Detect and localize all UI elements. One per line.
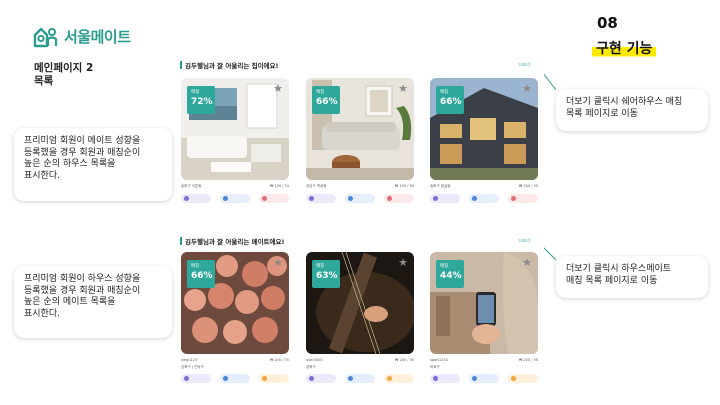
card-price: ₩ 200 / 35 bbox=[394, 358, 414, 362]
match-label: 매칭 bbox=[191, 264, 200, 269]
tag-chip bbox=[259, 374, 289, 383]
note-more-mates: 더보기 클릭시 하우스메이트 매칭 목록 페이지로 이동 bbox=[556, 256, 708, 298]
tag-chip bbox=[430, 374, 460, 383]
tag-chip bbox=[508, 374, 538, 383]
slide: 서울메이트 메인페이지 2 목록 08 구현 기능 프리미엄 회원이 메이트 성… bbox=[0, 0, 720, 405]
mate-panel-title: 김두헬님과 잘 어울리는 메이트에요! bbox=[185, 238, 285, 246]
tag-chip bbox=[384, 374, 414, 383]
card-tags bbox=[430, 194, 538, 203]
card-tags bbox=[181, 194, 289, 203]
card-tags bbox=[306, 194, 414, 203]
match-label: 매칭 bbox=[440, 90, 449, 95]
favorite-star-icon[interactable]: ★ bbox=[273, 256, 283, 269]
heading-accent-bar bbox=[180, 61, 182, 69]
card-price: ₩ 150 / 30 bbox=[394, 184, 414, 188]
favorite-star-icon[interactable]: ★ bbox=[273, 82, 283, 95]
match-percent: 66% bbox=[191, 271, 213, 281]
tag-chip bbox=[220, 194, 250, 203]
match-percent: 66% bbox=[440, 97, 462, 107]
note-mate-list: 프리미엄 회원이 하우스 성향을 등록했을 경우 회원과 매칭순이 높은 순의 … bbox=[14, 266, 172, 338]
tag-chip bbox=[181, 194, 211, 203]
tag-chip bbox=[430, 194, 460, 203]
page-title: 메인페이지 2 목록 bbox=[34, 62, 93, 88]
tag-chip bbox=[345, 194, 375, 203]
card-area: 성북구 bbox=[306, 365, 316, 369]
tag-chip bbox=[508, 194, 538, 203]
card-area: 강북구 | 관악구 bbox=[181, 365, 204, 369]
match-percent: 66% bbox=[316, 97, 338, 107]
card-location: 강남구 역삼동 bbox=[306, 184, 327, 188]
tag-chip bbox=[181, 374, 211, 383]
tag-chip bbox=[220, 374, 250, 383]
card-price: ₩ 200 / 35 bbox=[518, 184, 538, 188]
logo: 서울메이트 bbox=[32, 24, 131, 48]
mate-panel-heading: 김두헬님과 잘 어울리는 메이트에요! bbox=[180, 236, 284, 246]
match-badge: 매칭 44% bbox=[436, 260, 464, 288]
tag-chip bbox=[345, 374, 375, 383]
match-label: 매칭 bbox=[191, 90, 200, 95]
card-price: ₩ 200 / 35 bbox=[269, 358, 289, 362]
match-badge: 매칭 63% bbox=[312, 260, 340, 288]
card-username: yeoju123 bbox=[181, 358, 198, 362]
tag-chip bbox=[469, 374, 499, 383]
page-title-line-2: 목록 bbox=[34, 75, 54, 87]
house-panel-title: 김두헬님과 잘 어울리는 집이에요! bbox=[185, 62, 279, 70]
tag-chip bbox=[469, 194, 499, 203]
logo-text: 서울메이트 bbox=[64, 27, 131, 46]
favorite-star-icon[interactable]: ★ bbox=[398, 82, 408, 95]
tag-chip bbox=[384, 194, 414, 203]
match-percent: 44% bbox=[440, 271, 462, 281]
favorite-star-icon[interactable]: ★ bbox=[522, 82, 532, 95]
match-percent: 63% bbox=[316, 271, 338, 281]
tag-chip bbox=[259, 194, 289, 203]
section-number: 08 bbox=[597, 14, 618, 32]
card-username: user0000 bbox=[306, 358, 323, 362]
match-label: 매칭 bbox=[316, 90, 325, 95]
card-username: sport1234 bbox=[430, 358, 448, 362]
tag-chip bbox=[306, 194, 336, 203]
card-location: 송파구 석촌동 bbox=[181, 184, 202, 188]
match-badge: 매칭 66% bbox=[312, 86, 340, 114]
favorite-star-icon[interactable]: ★ bbox=[522, 256, 532, 269]
tag-chip bbox=[306, 374, 336, 383]
card-price: ₩ 120 / 34 bbox=[269, 184, 289, 188]
heading-accent-bar bbox=[180, 237, 182, 245]
house-logo-icon bbox=[33, 27, 58, 48]
house-recommendation-panel: 김두헬님과 잘 어울리는 집이에요! 더보기 매칭 72% ★ 송파구 석촌동 … bbox=[176, 52, 544, 214]
card-tags bbox=[430, 374, 538, 383]
more-mates-link[interactable]: 더보기 bbox=[519, 238, 530, 244]
match-label: 매칭 bbox=[316, 264, 325, 269]
card-area: 마포구 bbox=[430, 365, 440, 369]
card-location: 송파구 잠실동 bbox=[430, 184, 451, 188]
card-price: ₩ 200 / 30 bbox=[518, 358, 538, 362]
match-label: 매칭 bbox=[440, 264, 449, 269]
house-panel-heading: 김두헬님과 잘 어울리는 집이에요! bbox=[180, 60, 278, 70]
card-tags bbox=[181, 374, 289, 383]
favorite-star-icon[interactable]: ★ bbox=[398, 256, 408, 269]
match-percent: 72% bbox=[191, 97, 213, 107]
match-badge: 매칭 66% bbox=[187, 260, 215, 288]
match-badge: 매칭 66% bbox=[436, 86, 464, 114]
mate-recommendation-panel: 김두헬님과 잘 어울리는 메이트에요! 더보기 매칭 66% ★ yeoju12… bbox=[176, 228, 544, 390]
note-house-list: 프리미엄 회원이 메이트 성향을 등록했을 경우 회원과 매칭순이 높은 순의 … bbox=[14, 128, 172, 201]
more-houses-link[interactable]: 더보기 bbox=[519, 62, 530, 68]
note-more-houses: 더보기 클릭시 쉐어하우스 매칭 목록 페이지로 이동 bbox=[556, 89, 708, 131]
match-badge: 매칭 72% bbox=[187, 86, 215, 114]
section-title: 구현 기능 bbox=[592, 38, 657, 58]
card-tags bbox=[306, 374, 414, 383]
page-title-line-1: 메인페이지 2 bbox=[34, 62, 94, 74]
